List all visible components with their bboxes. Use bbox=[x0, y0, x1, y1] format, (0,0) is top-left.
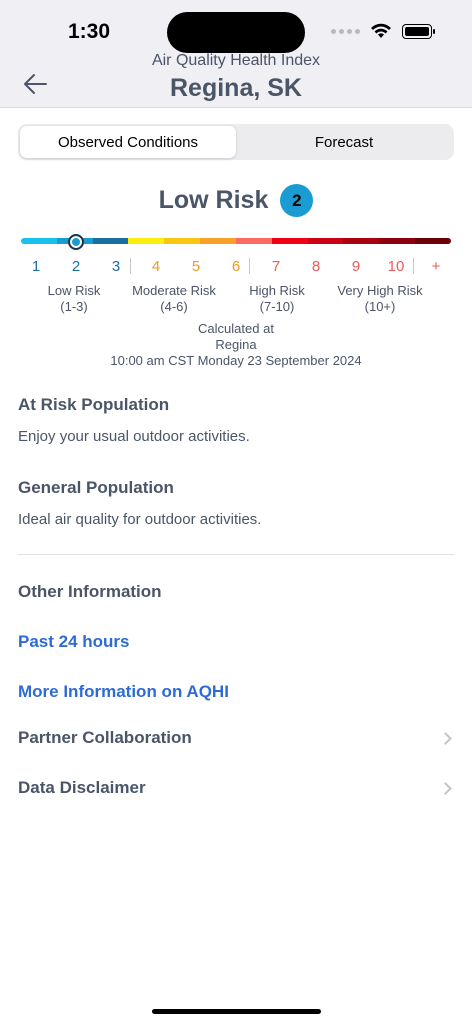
dynamic-island bbox=[167, 12, 305, 53]
calculated-timestamp: 10:00 am CST Monday 23 September 2024 bbox=[110, 353, 362, 368]
scale-segment bbox=[200, 238, 236, 244]
band-high-range: (7-10) bbox=[259, 299, 295, 314]
risk-value-badge: 2 bbox=[280, 184, 314, 217]
general-heading: General Population bbox=[18, 478, 174, 497]
calculated-label: Calculated at bbox=[198, 321, 274, 336]
scale-divider bbox=[130, 258, 131, 274]
risk-label: Low Risk bbox=[158, 186, 269, 214]
status-time: 1:30 bbox=[68, 20, 111, 43]
scale-segment bbox=[307, 238, 344, 244]
band-moderate-range: (4-6) bbox=[160, 299, 188, 314]
conditions-segmented-control: Observed Conditions Forecast bbox=[18, 124, 454, 160]
risk-summary: Low Risk 2 bbox=[0, 184, 472, 217]
navigation-header: 1:30 Air Quality Health Index Regina, SK bbox=[0, 0, 472, 108]
band-moderate-name: Moderate Risk bbox=[132, 283, 216, 298]
calculation-info: Calculated at Regina 10:00 am CST Monday… bbox=[0, 321, 472, 369]
back-button[interactable] bbox=[20, 70, 52, 98]
band-moderate: Moderate Risk (4-6) bbox=[124, 283, 224, 315]
band-high-name: High Risk bbox=[249, 283, 305, 298]
scale-segment bbox=[271, 238, 308, 244]
scale-number: 5 bbox=[191, 258, 201, 275]
scale-segment bbox=[235, 238, 272, 244]
page-title: Regina, SK bbox=[170, 74, 302, 102]
scale-segment bbox=[415, 238, 451, 244]
band-low-range: (1-3) bbox=[60, 299, 88, 314]
band-very-high-name: Very High Risk bbox=[337, 283, 423, 298]
tab-observed-conditions[interactable]: Observed Conditions bbox=[20, 126, 236, 158]
band-high: High Risk (7-10) bbox=[237, 283, 317, 315]
chevron-right-icon bbox=[439, 731, 452, 745]
aqhi-scale-bar bbox=[21, 238, 451, 244]
scale-segment bbox=[379, 238, 416, 244]
partner-collaboration-row[interactable]: Partner Collaboration bbox=[18, 728, 454, 748]
scale-number: + bbox=[431, 258, 441, 275]
scale-divider bbox=[413, 258, 414, 274]
current-value-marker bbox=[68, 234, 84, 250]
band-low-name: Low Risk bbox=[47, 283, 101, 298]
band-very-high: Very High Risk (10+) bbox=[330, 283, 430, 315]
scale-number: 2 bbox=[71, 258, 81, 275]
at-risk-text: Enjoy your usual outdoor activities. bbox=[18, 428, 250, 445]
scale-segment bbox=[21, 238, 57, 244]
status-icons bbox=[331, 23, 435, 39]
scale-segment bbox=[128, 238, 165, 244]
at-risk-heading: At Risk Population bbox=[18, 395, 170, 414]
tab-forecast[interactable]: Forecast bbox=[236, 126, 452, 158]
home-indicator bbox=[152, 1009, 321, 1014]
general-text: Ideal air quality for outdoor activities… bbox=[18, 511, 262, 528]
scale-number: 7 bbox=[271, 258, 281, 275]
scale-segment bbox=[92, 238, 129, 244]
data-disclaimer-row[interactable]: Data Disclaimer bbox=[18, 778, 454, 798]
scale-number: 6 bbox=[231, 258, 241, 275]
band-low: Low Risk (1-3) bbox=[34, 283, 114, 315]
partner-collaboration-label: Partner Collaboration bbox=[18, 728, 192, 747]
scale-number: 10 bbox=[387, 258, 405, 275]
chevron-right-icon bbox=[439, 781, 452, 795]
calculated-location: Regina bbox=[215, 337, 257, 352]
scale-segment bbox=[164, 238, 201, 244]
arrow-left-icon bbox=[24, 74, 47, 94]
battery-icon bbox=[402, 23, 435, 39]
other-info-heading: Other Information bbox=[18, 582, 162, 601]
section-divider bbox=[18, 554, 454, 555]
more-info-aqhi-link[interactable]: More Information on AQHI bbox=[18, 682, 229, 702]
scale-number: 8 bbox=[311, 258, 321, 275]
band-very-high-range: (10+) bbox=[364, 299, 396, 314]
nav-subtitle: Air Quality Health Index bbox=[151, 52, 321, 69]
scale-numbers: 1 2 3 4 5 6 7 8 9 10 + bbox=[16, 258, 456, 275]
data-disclaimer-label: Data Disclaimer bbox=[18, 778, 146, 797]
past-24-hours-link[interactable]: Past 24 hours bbox=[18, 632, 130, 652]
wifi-icon bbox=[371, 23, 391, 38]
scale-number: 1 bbox=[31, 258, 41, 275]
scale-segment bbox=[343, 238, 380, 244]
scale-number: 4 bbox=[151, 258, 161, 275]
scale-divider bbox=[249, 258, 250, 274]
scale-number: 9 bbox=[351, 258, 361, 275]
signal-icon bbox=[331, 28, 360, 34]
